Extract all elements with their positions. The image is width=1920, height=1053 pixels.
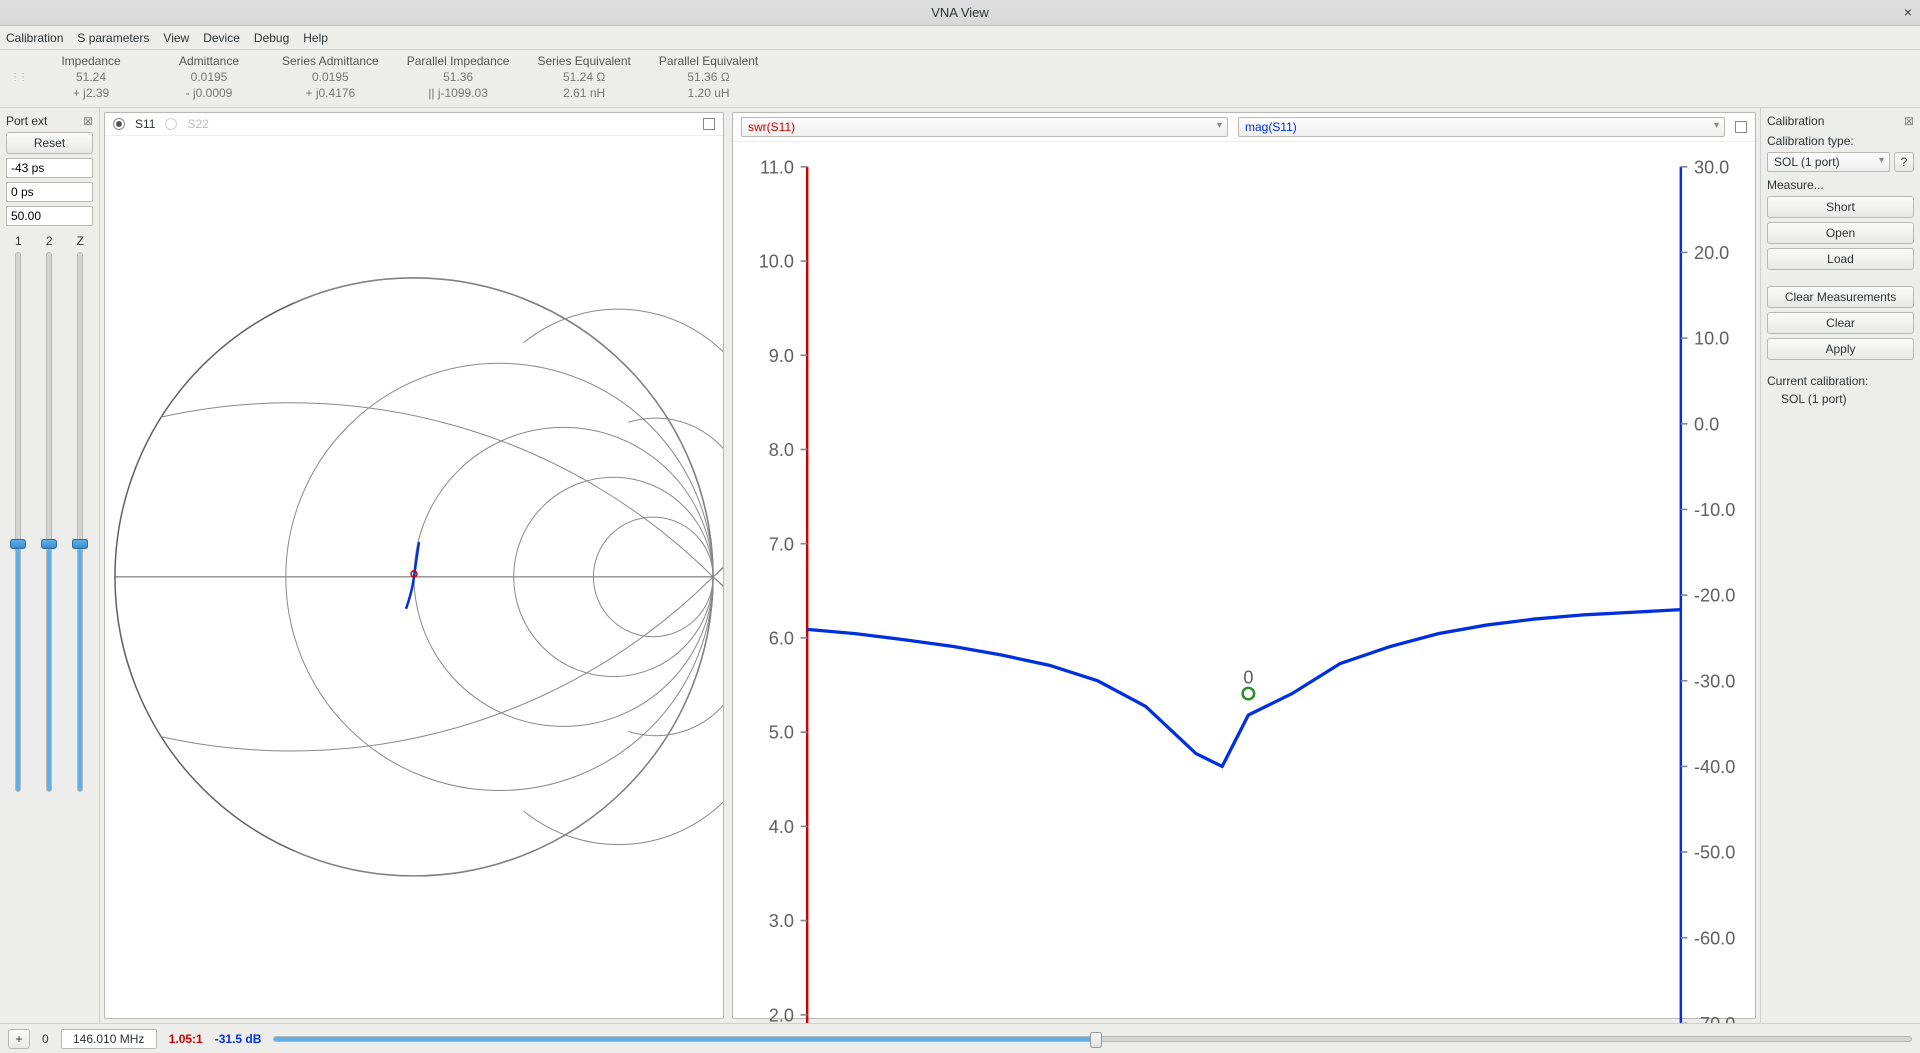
menu-help[interactable]: Help — [303, 31, 328, 45]
menu-debug[interactable]: Debug — [254, 31, 289, 45]
svg-text:0.0: 0.0 — [1694, 415, 1719, 435]
slider-label-2: 2 — [46, 234, 53, 248]
port-ext-input-3[interactable] — [6, 206, 93, 226]
measure-label: Measure... — [1767, 178, 1914, 192]
svg-text:-20.0: -20.0 — [1694, 586, 1735, 606]
mag-readout: -31.5 dB — [215, 1032, 262, 1046]
dock-handle-icon[interactable]: ⋮⋮ — [10, 54, 18, 101]
frequency-display[interactable]: 146.010 MHz — [61, 1029, 157, 1049]
svg-text:0: 0 — [1243, 668, 1253, 688]
svg-text:-30.0: -30.0 — [1694, 672, 1735, 692]
port-ext-title: Port ext — [6, 114, 47, 128]
short-button[interactable]: Short — [1767, 196, 1914, 218]
port-ext-input-2[interactable] — [6, 182, 93, 202]
menu-calibration[interactable]: Calibration — [6, 31, 63, 45]
add-marker-button[interactable]: + — [8, 1029, 30, 1049]
combo-mag[interactable]: mag(S11) — [1238, 117, 1725, 137]
menu-view[interactable]: View — [163, 31, 189, 45]
svg-text:10.0: 10.0 — [759, 252, 794, 272]
current-cal-value: SOL (1 port) — [1767, 392, 1914, 406]
svg-text:6.0: 6.0 — [769, 629, 794, 649]
info-parallel-equivalent: Parallel Equivalent 51.36 Ω 1.20 uH — [659, 54, 758, 101]
combo-swr[interactable]: swr(S11) — [741, 117, 1228, 137]
swr-readout: 1.05:1 — [169, 1032, 203, 1046]
xy-plot[interactable]: 1.02.03.04.05.06.07.08.09.010.011.030.02… — [733, 142, 1755, 1023]
svg-text:30.0: 30.0 — [1694, 158, 1729, 178]
svg-text:-40.0: -40.0 — [1694, 757, 1735, 777]
svg-text:8.0: 8.0 — [769, 440, 794, 460]
svg-text:20.0: 20.0 — [1694, 243, 1729, 263]
svg-text:9.0: 9.0 — [769, 346, 794, 366]
radio-s22 — [165, 118, 177, 130]
svg-text:10.0: 10.0 — [1694, 329, 1729, 349]
svg-text:4.0: 4.0 — [769, 817, 794, 837]
info-bar: ⋮⋮ Impedance 51.24 + j2.39 Admittance 0.… — [0, 50, 1920, 108]
dock-close-icon[interactable]: ⊠ — [1904, 114, 1914, 128]
calibration-panel: Calibration ⊠ Calibration type: SOL (1 p… — [1760, 108, 1920, 1023]
cal-type-label: Calibration type: — [1767, 134, 1914, 148]
xy-plot-panel: swr(S11) mag(S11) 1.02.03.04.05.06.07.08… — [732, 112, 1756, 1019]
menu-sparams[interactable]: S parameters — [77, 31, 149, 45]
current-cal-label: Current calibration: — [1767, 374, 1914, 388]
close-icon[interactable]: × — [1904, 4, 1912, 20]
svg-text:-50.0: -50.0 — [1694, 843, 1735, 863]
load-button[interactable]: Load — [1767, 248, 1914, 270]
frequency-slider[interactable] — [273, 1036, 1912, 1042]
svg-text:-70.0: -70.0 — [1694, 1014, 1735, 1023]
radio-s11-label: S11 — [135, 117, 155, 131]
slider-1[interactable] — [15, 252, 21, 792]
apply-button[interactable]: Apply — [1767, 338, 1914, 360]
info-admittance: Admittance 0.0195 - j0.0009 — [164, 54, 254, 101]
smith-chart[interactable] — [105, 136, 723, 1018]
maximize-icon[interactable] — [1735, 121, 1747, 133]
clear-measurements-button[interactable]: Clear Measurements — [1767, 286, 1914, 308]
menubar: Calibration S parameters View Device Deb… — [0, 26, 1920, 50]
svg-text:5.0: 5.0 — [769, 723, 794, 743]
radio-s22-label: S22 — [187, 117, 208, 131]
reset-button[interactable]: Reset — [6, 132, 93, 154]
window-title: VNA View — [931, 5, 989, 20]
svg-text:3.0: 3.0 — [769, 911, 794, 931]
slider-2[interactable] — [46, 252, 52, 792]
bottom-bar: + 0 146.010 MHz 1.05:1 -31.5 dB — [0, 1023, 1920, 1053]
cal-help-button[interactable]: ? — [1894, 152, 1914, 172]
clear-button[interactable]: Clear — [1767, 312, 1914, 334]
slider-z[interactable] — [77, 252, 83, 792]
slider-label-z: Z — [77, 234, 84, 248]
svg-text:-10.0: -10.0 — [1694, 500, 1735, 520]
info-parallel-impedance: Parallel Impedance 51.36 || j-1099.03 — [407, 54, 510, 101]
svg-text:-60.0: -60.0 — [1694, 928, 1735, 948]
cal-type-combo[interactable]: SOL (1 port) — [1767, 152, 1890, 172]
info-series-admittance: Series Admittance 0.0195 + j0.4176 — [282, 54, 379, 101]
dock-close-icon[interactable]: ⊠ — [83, 114, 93, 128]
maximize-icon[interactable] — [703, 118, 715, 130]
port-ext-input-1[interactable] — [6, 158, 93, 178]
open-button[interactable]: Open — [1767, 222, 1914, 244]
menu-device[interactable]: Device — [203, 31, 240, 45]
svg-text:2.0: 2.0 — [769, 1006, 794, 1023]
slider-label-1: 1 — [15, 234, 22, 248]
marker-index: 0 — [42, 1032, 49, 1046]
info-series-equivalent: Series Equivalent 51.24 Ω 2.61 nH — [537, 54, 630, 101]
info-impedance: Impedance 51.24 + j2.39 — [46, 54, 136, 101]
calibration-title: Calibration — [1767, 114, 1824, 128]
svg-text:7.0: 7.0 — [769, 534, 794, 554]
radio-s11[interactable] — [113, 118, 125, 130]
smith-chart-panel: S11 S22 — [104, 112, 724, 1019]
svg-text:11.0: 11.0 — [760, 158, 794, 178]
port-ext-panel: Port ext ⊠ Reset 1 2 Z — [0, 108, 100, 1023]
titlebar: VNA View × — [0, 0, 1920, 26]
